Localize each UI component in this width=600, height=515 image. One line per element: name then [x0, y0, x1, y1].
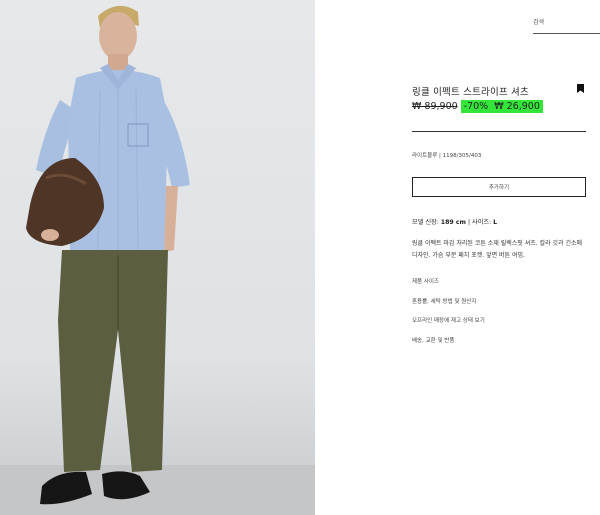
model-size: L: [493, 219, 498, 226]
model-height: 189 cm: [440, 219, 466, 226]
add-to-cart-button[interactable]: 추가하기: [412, 177, 586, 197]
divider: [412, 131, 586, 132]
info-links: 제품 사이즈 혼용률, 세탁 방법 및 원산지 오프라인 매장에 재고 상태 보…: [412, 277, 485, 355]
add-button-label: 추가하기: [488, 185, 510, 191]
product-detail-panel: 검색 링클 이펙트 스트라이프 셔츠 ₩ 89,900 -70% ₩ 26,90…: [315, 0, 600, 515]
search-label: 검색: [533, 19, 545, 26]
discount-percent: -70%: [463, 100, 489, 112]
product-photo[interactable]: [0, 0, 315, 515]
price-row: ₩ 89,900 -70% ₩ 26,900: [412, 98, 543, 114]
product-description: 링클 이펙트 마감 처리된 코튼 소재 릴렉스핏 셔츠. 칼라 깃과 긴소매 디…: [412, 240, 583, 259]
link-composition-care[interactable]: 혼용률, 세탁 방법 및 원산지: [412, 297, 485, 305]
link-store-availability[interactable]: 오프라인 매장에 재고 상태 보기: [412, 316, 485, 324]
model-size-label: | 사이즈:: [465, 219, 494, 226]
sale-price: ₩ 26,900: [494, 100, 540, 112]
link-product-size[interactable]: 제품 사이즈: [412, 277, 485, 285]
bookmark-icon[interactable]: [577, 84, 584, 93]
model-height-label: 모델 신장:: [412, 219, 441, 226]
discount-badge: -70% ₩ 26,900: [460, 99, 543, 113]
link-shipping-returns[interactable]: 배송, 교환 및 반품: [412, 336, 485, 344]
product-title: 링클 이펙트 스트라이프 셔츠: [412, 87, 529, 98]
color-reference: 라이트블루 | 1198/305/403: [412, 153, 482, 159]
search-link[interactable]: 검색: [533, 17, 600, 34]
model-figure: [26, 5, 190, 505]
model-info: 모델 신장: 189 cm | 사이즈: L: [412, 217, 497, 226]
original-price: ₩ 89,900: [412, 100, 458, 112]
